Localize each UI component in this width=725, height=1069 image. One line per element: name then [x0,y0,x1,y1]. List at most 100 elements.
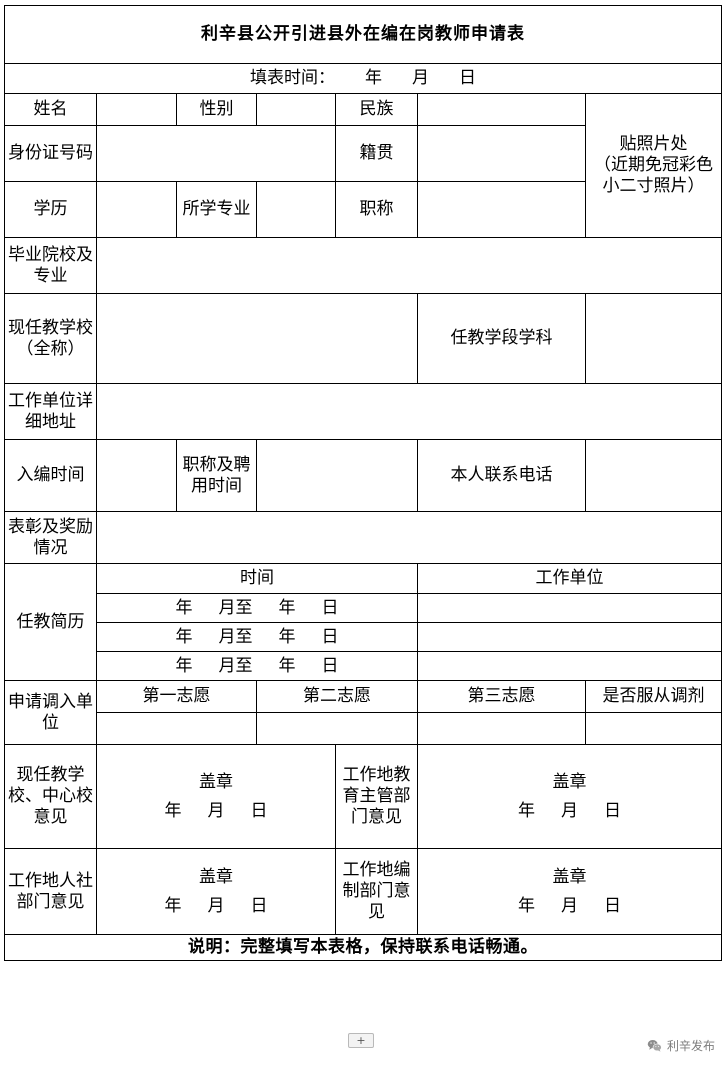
resume-1-day: 日 [321,597,339,618]
value-id-number[interactable] [96,125,336,182]
name-row: 姓名 性别 民族 贴照片处 （近期免冠彩色 小二寸照片） [4,93,722,238]
title-row: 利辛县公开引进县外在编在岗教师申请表 [4,5,722,64]
label-work-unit-address: 工作单位详细地址 [4,383,97,440]
value-awards[interactable] [96,511,722,564]
label-native-place: 籍贯 [335,125,418,182]
label-opinion-staffing: 工作地编制部门意见 [335,848,418,935]
value-obey-adjust[interactable] [585,712,722,745]
value-work-unit-address[interactable] [96,383,722,440]
seal-day-staffing: 日 [604,895,621,916]
value-name[interactable] [96,93,177,126]
value-major[interactable] [256,181,336,238]
document-page: 利辛县公开引进县外在编在岗教师申请表 填表时间：年月日 姓名 性别 民族 贴照片… [0,0,725,1069]
seal-day-hr: 日 [250,895,268,916]
wechat-icon [647,1039,662,1052]
value-choice-2[interactable] [256,712,418,745]
resume-unit-3[interactable] [417,651,722,681]
value-opinion-school[interactable]: 盖章 年 月 日 [96,744,336,849]
value-entry-time[interactable] [96,439,177,512]
seal-year-edu: 年 [518,800,535,821]
resume-row: 年 月至 年 日 [5,651,722,681]
value-opinion-edu-dept[interactable]: 盖章 年 月 日 [417,744,722,849]
current-school-row: 现任教学校（全称） 任教学段学科 [4,293,722,384]
value-teaching-stage-subject[interactable] [585,293,722,384]
seal-month-school: 月 [207,800,225,821]
application-form-table: 利辛县公开引进县外在编在岗教师申请表 填表时间：年月日 姓名 性别 民族 贴照片… [4,5,722,961]
work-address-row: 工作单位详细地址 [4,383,722,440]
value-education[interactable] [96,181,177,238]
label-obey-adjust: 是否服从调剂 [585,680,722,713]
value-current-school[interactable] [96,293,418,384]
label-opinion-edu-dept: 工作地教育主管部门意见 [335,744,418,849]
resume-date-1[interactable]: 年 月至 年 日 [96,593,418,623]
value-title-rank[interactable] [417,181,586,238]
seal-text-staffing: 盖章 [552,866,587,887]
seal-year-staffing: 年 [518,895,535,916]
seal-text-school: 盖章 [199,771,233,792]
label-opinion-hr: 工作地人社部门意见 [4,848,97,935]
value-title-hire-time[interactable] [256,439,418,512]
fill-date-year: 年 [365,68,382,89]
label-name: 姓名 [4,93,97,126]
label-resume-time: 时间 [96,563,418,594]
label-graduate-school: 毕业院校及专业 [4,237,97,294]
expand-plus-button[interactable]: + [348,1033,374,1048]
seal-year-school: 年 [164,800,182,821]
label-choice-3: 第三志愿 [417,680,586,713]
resume-2-month: 月至 [218,626,253,647]
value-opinion-hr[interactable]: 盖章 年 月 日 [96,848,336,935]
resume-header-row: 任教简历 时间 工作单位 [4,563,722,681]
resume-date-2[interactable]: 年 月至 年 日 [96,622,418,652]
label-title-rank: 职称 [335,181,418,238]
photo-box-line2: （近期免冠彩色 [594,155,713,176]
label-resume-work-unit: 工作单位 [417,563,722,594]
resume-2-year2: 年 [278,626,296,647]
label-resume: 任教简历 [4,563,97,681]
value-opinion-staffing[interactable]: 盖章 年 月 日 [417,848,722,935]
seal-month-hr: 月 [207,895,225,916]
value-personal-phone[interactable] [585,439,722,512]
resume-3-day: 日 [321,655,339,676]
seal-month-staffing: 月 [561,895,578,916]
label-education: 学历 [4,181,97,238]
photo-box[interactable]: 贴照片处 （近期免冠彩色 小二寸照片） [585,93,722,238]
resume-unit-1[interactable] [417,593,722,623]
seal-text-edu: 盖章 [552,771,587,792]
seal-year-hr: 年 [164,895,182,916]
apply-unit-value-row [5,712,722,745]
label-personal-phone: 本人联系电话 [417,439,586,512]
value-graduate-school[interactable] [96,237,722,294]
label-choice-1: 第一志愿 [96,680,257,713]
note-row: 说明：完整填写本表格，保持联系电话畅通。 [4,934,722,961]
graduate-school-row: 毕业院校及专业 [4,237,722,294]
resume-unit-2[interactable] [417,622,722,652]
resume-row: 年 月至 年 日 [5,593,722,623]
opinion-row-1: 现任教学校、中心校意见 盖章 年 月 日 工作地教育主管部门意见 盖章 年 月 日 [4,744,722,849]
photo-box-line1: 贴照片处 [619,134,688,155]
seal-day-edu: 日 [604,800,621,821]
opinion-row-2: 工作地人社部门意见 盖章 年 月 日 工作地编制部门意见 盖章 年 月 日 [4,848,722,935]
resume-2-day: 日 [321,626,339,647]
resume-1-year: 年 [175,597,193,618]
label-apply-unit: 申请调入单位 [4,680,97,745]
entry-time-row: 入编时间 职称及聘用时间 本人联系电话 [4,439,722,512]
wechat-account-badge[interactable]: 利辛发布 [647,1037,715,1054]
label-id-number: 身份证号码 [4,125,97,182]
label-choice-2: 第二志愿 [256,680,418,713]
awards-row: 表彰及奖励情况 [4,511,722,564]
page-footer: + 利辛发布 [0,1027,725,1069]
value-gender[interactable] [256,93,336,126]
value-ethnicity[interactable] [417,93,586,126]
label-awards: 表彰及奖励情况 [4,511,97,564]
form-note: 说明：完整填写本表格，保持联系电话畅通。 [4,934,722,961]
apply-unit-header-row: 申请调入单位 第一志愿 第二志愿 第三志愿 是否服从调剂 [4,680,722,745]
label-teaching-stage-subject: 任教学段学科 [417,293,586,384]
label-entry-time: 入编时间 [4,439,97,512]
resume-row: 年 月至 年 日 [5,622,722,652]
value-choice-1[interactable] [96,712,257,745]
value-native-place[interactable] [417,125,586,182]
seal-month-edu: 月 [561,800,578,821]
value-choice-3[interactable] [417,712,586,745]
resume-date-3[interactable]: 年 月至 年 日 [96,651,418,681]
form-title: 利辛县公开引进县外在编在岗教师申请表 [4,5,722,64]
